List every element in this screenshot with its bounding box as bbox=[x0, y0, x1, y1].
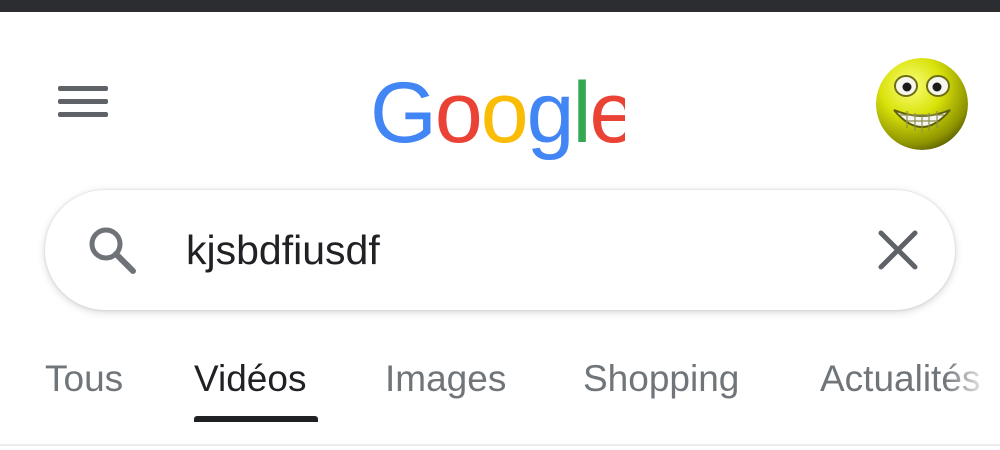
tab-fade bbox=[944, 340, 1000, 440]
hamburger-menu-icon bbox=[58, 86, 108, 91]
hamburger-bar bbox=[58, 99, 108, 104]
menu-button[interactable] bbox=[56, 80, 110, 120]
logo-letter: o bbox=[481, 65, 527, 161]
header: Google bbox=[0, 12, 1000, 182]
search-input[interactable] bbox=[186, 222, 826, 278]
tab-tous[interactable]: Tous bbox=[45, 358, 123, 400]
status-bar-strip bbox=[0, 0, 1000, 12]
logo-letter: G bbox=[370, 65, 435, 161]
tab-shopping[interactable]: Shopping bbox=[583, 358, 739, 400]
hamburger-bar bbox=[58, 112, 108, 117]
logo-letter: e bbox=[590, 65, 625, 161]
search-tabs: Tous Vidéos Images Shopping Actualités bbox=[0, 340, 1000, 444]
logo-letter: l bbox=[572, 65, 589, 161]
avatar[interactable] bbox=[876, 58, 968, 150]
google-logo[interactable]: Google bbox=[370, 62, 625, 162]
divider bbox=[0, 444, 1000, 446]
tab-images[interactable]: Images bbox=[385, 358, 506, 400]
logo-letter: g bbox=[527, 65, 573, 161]
svg-text:Google: Google bbox=[370, 65, 625, 161]
logo-letter: o bbox=[435, 65, 481, 161]
close-icon[interactable] bbox=[872, 224, 924, 276]
search-icon[interactable] bbox=[84, 222, 140, 278]
tab-videos[interactable]: Vidéos bbox=[194, 358, 306, 400]
smiley-face-avatar-icon bbox=[876, 58, 968, 150]
active-tab-indicator bbox=[194, 416, 318, 422]
